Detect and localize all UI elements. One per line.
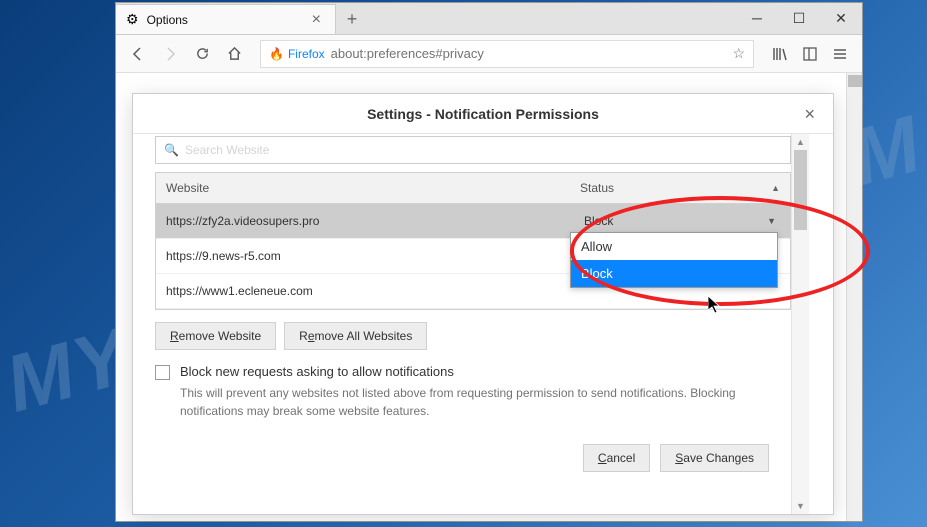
tab-options[interactable]: ⚙ Options × xyxy=(116,4,336,34)
library-icon[interactable] xyxy=(766,40,794,68)
column-website[interactable]: Website xyxy=(156,173,570,203)
chevron-down-icon: ▼ xyxy=(767,216,776,226)
search-icon: 🔍 xyxy=(164,143,179,157)
modal-main: 🔍 Search Website Website Status ▲ xyxy=(133,134,791,514)
forward-button[interactable] xyxy=(156,40,184,68)
tab-bar: ⚙ Options × + ─ ☐ ✕ xyxy=(116,3,862,35)
scrollbar-thumb[interactable] xyxy=(848,75,862,87)
toolbar: 🔥 Firefox about:preferences#privacy ☆ xyxy=(116,35,862,73)
menu-icon[interactable] xyxy=(826,40,854,68)
maximize-button[interactable]: ☐ xyxy=(778,3,820,33)
browser-window: ⚙ Options × + ─ ☐ ✕ 🔥 Firefox about:pref… xyxy=(115,2,863,522)
checkbox-label: Block new requests asking to allow notif… xyxy=(180,364,454,379)
column-status[interactable]: Status ▲ xyxy=(570,173,790,203)
permissions-table: Website Status ▲ https://zfy2a.videosupe… xyxy=(155,172,791,310)
btn-label: move All Websites xyxy=(315,329,413,343)
close-window-button[interactable]: ✕ xyxy=(820,3,862,33)
bookmark-star-icon[interactable]: ☆ xyxy=(732,45,745,62)
modal-body: 🔍 Search Website Website Status ▲ xyxy=(133,134,833,514)
status-value: Block xyxy=(584,214,613,228)
status-dropdown: Allow Block xyxy=(570,232,778,288)
sort-icon: ▲ xyxy=(771,183,780,193)
table-header: Website Status ▲ xyxy=(156,173,790,204)
status-cell[interactable]: Block ▼ Allow Block xyxy=(570,204,790,238)
notification-permissions-modal: Settings - Notification Permissions × 🔍 … xyxy=(132,93,834,515)
block-new-requests-checkbox[interactable] xyxy=(155,365,170,380)
new-tab-button[interactable]: + xyxy=(336,4,368,34)
toolbar-right xyxy=(766,40,854,68)
sidebar-icon[interactable] xyxy=(796,40,824,68)
remove-all-button[interactable]: Remove All Websites xyxy=(284,322,427,350)
table-row[interactable]: https://zfy2a.videosupers.pro Block ▼ Al… xyxy=(156,204,790,239)
modal-scrollbar[interactable]: ▲ ▼ xyxy=(791,134,809,514)
reload-button[interactable] xyxy=(188,40,216,68)
cancel-button[interactable]: Cancel xyxy=(583,444,650,472)
scroll-down-icon[interactable]: ▼ xyxy=(792,498,809,514)
scroll-up-icon[interactable]: ▲ xyxy=(792,134,809,150)
dropdown-option-block[interactable]: Block xyxy=(571,260,777,287)
column-status-label: Status xyxy=(580,181,614,195)
address-bar[interactable]: 🔥 Firefox about:preferences#privacy ☆ xyxy=(260,40,754,68)
modal-title: Settings - Notification Permissions xyxy=(367,106,599,122)
firefox-icon: 🔥 xyxy=(269,47,284,61)
block-new-requests-row: Block new requests asking to allow notif… xyxy=(155,364,791,380)
tab-close-icon[interactable]: × xyxy=(308,11,325,29)
search-website-input[interactable]: 🔍 Search Website xyxy=(155,136,791,164)
search-placeholder: Search Website xyxy=(185,143,270,157)
action-buttons: Remove Website Remove All Websites xyxy=(155,322,791,350)
tab-title: Options xyxy=(147,13,308,27)
website-cell: https://9.news-r5.com xyxy=(156,239,570,273)
website-cell: https://www1.ecleneue.com xyxy=(156,274,570,308)
modal-scroll-thumb[interactable] xyxy=(794,150,807,230)
content-area: Settings - Notification Permissions × 🔍 … xyxy=(116,73,862,521)
save-changes-button[interactable]: Save Changes xyxy=(660,444,769,472)
modal-footer: Cancel Save Changes xyxy=(155,434,791,486)
url-prefix: Firefox xyxy=(288,47,325,61)
modal-header: Settings - Notification Permissions × xyxy=(133,94,833,134)
btn-label: emove Website xyxy=(179,329,261,343)
url-text: about:preferences#privacy xyxy=(331,46,733,61)
window-controls: ─ ☐ ✕ xyxy=(736,3,862,33)
gear-icon: ⚙ xyxy=(126,11,139,28)
back-button[interactable] xyxy=(124,40,152,68)
home-button[interactable] xyxy=(220,40,248,68)
modal-close-button[interactable]: × xyxy=(796,102,823,127)
checkbox-description: This will prevent any websites not liste… xyxy=(180,384,791,420)
status-select[interactable]: Block ▼ xyxy=(580,210,780,232)
minimize-button[interactable]: ─ xyxy=(736,3,778,33)
remove-website-button[interactable]: Remove Website xyxy=(155,322,276,350)
dropdown-option-allow[interactable]: Allow xyxy=(571,233,777,260)
website-cell: https://zfy2a.videosupers.pro xyxy=(156,204,570,238)
page-scrollbar[interactable] xyxy=(846,73,862,521)
